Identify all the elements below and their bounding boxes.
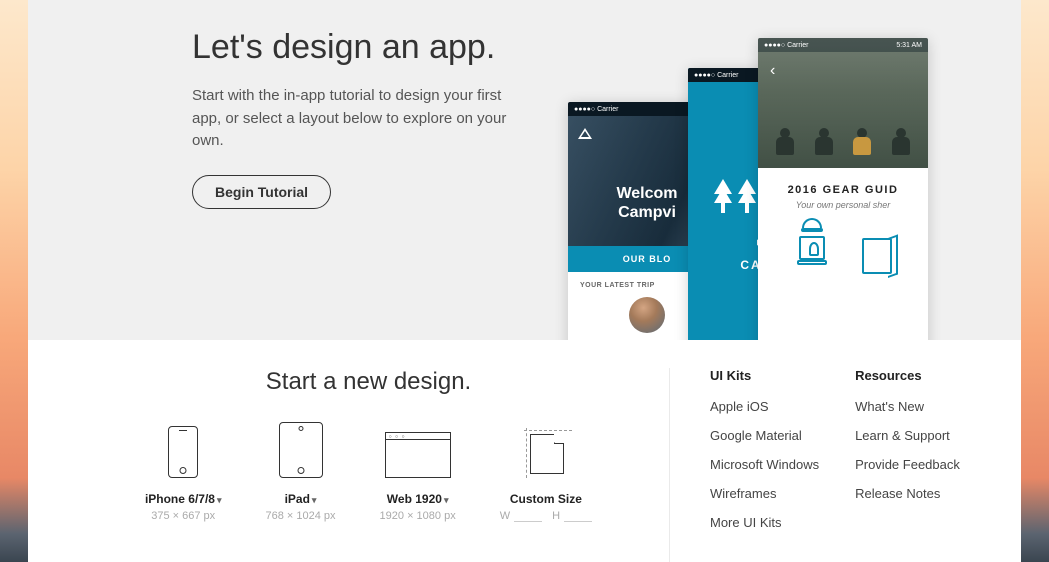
resources-heading: Resources bbox=[855, 368, 960, 383]
ipad-icon bbox=[279, 422, 323, 478]
begin-tutorial-button[interactable]: Begin Tutorial bbox=[192, 175, 331, 209]
status-time: 5:31 AM bbox=[896, 42, 922, 49]
preset-dimensions: 768 × 1024 px bbox=[266, 510, 336, 522]
link-learn-support[interactable]: Learn & Support bbox=[855, 428, 960, 443]
height-label: H bbox=[552, 510, 560, 522]
preset-custom[interactable]: Custom Size W H bbox=[500, 422, 592, 522]
link-provide-feedback[interactable]: Provide Feedback bbox=[855, 457, 960, 472]
triangle-logo-icon bbox=[578, 128, 592, 139]
start-panel: Start a new design. iPhone 6/7/8▾ 375 × … bbox=[28, 340, 1021, 562]
tree-icon bbox=[714, 179, 732, 194]
custom-page-icon bbox=[524, 428, 568, 478]
iphone-icon bbox=[168, 426, 198, 478]
preset-label: Web 1920 bbox=[387, 492, 442, 506]
link-more-uikits[interactable]: More UI Kits bbox=[710, 515, 819, 530]
chevron-down-icon: ▾ bbox=[217, 495, 222, 505]
link-google-material[interactable]: Google Material bbox=[710, 428, 819, 443]
person-icon bbox=[851, 128, 873, 156]
mockup-gear-sub: Your own personal sher bbox=[768, 200, 918, 210]
mockup-phone-3: ●●●●○ Carrier 5:31 AM ‹ 2016 GEAR GUID Y… bbox=[758, 38, 928, 340]
person-icon bbox=[890, 128, 912, 156]
custom-width-input[interactable] bbox=[514, 511, 542, 522]
status-carrier: ●●●●○ Carrier bbox=[574, 106, 618, 113]
links-section: UI Kits Apple iOS Google Material Micros… bbox=[669, 368, 981, 562]
chevron-down-icon: ▾ bbox=[312, 495, 317, 505]
tree-icon bbox=[738, 179, 756, 194]
lantern-icon bbox=[795, 232, 829, 276]
preset-label: iPad bbox=[285, 492, 310, 506]
welcome-panel: Let's design an app. Start with the in-a… bbox=[28, 0, 1021, 340]
start-title: Start a new design. bbox=[68, 368, 669, 396]
link-microsoft-windows[interactable]: Microsoft Windows bbox=[710, 457, 819, 472]
preset-iphone[interactable]: iPhone 6/7/8▾ 375 × 667 px bbox=[145, 422, 222, 522]
uikits-heading: UI Kits bbox=[710, 368, 819, 383]
preset-label: Custom Size bbox=[510, 492, 582, 506]
preset-web[interactable]: ○ ○ ○ Web 1920▾ 1920 × 1080 px bbox=[380, 422, 456, 522]
preset-label: iPhone 6/7/8 bbox=[145, 492, 215, 506]
custom-height-input[interactable] bbox=[564, 511, 592, 522]
back-chevron-icon: ‹ bbox=[770, 62, 775, 80]
link-apple-ios[interactable]: Apple iOS bbox=[710, 399, 819, 414]
status-carrier: ●●●●○ Carrier bbox=[694, 72, 738, 79]
mockup-gear-title: 2016 GEAR GUID bbox=[768, 184, 918, 196]
box-icon bbox=[862, 238, 892, 274]
preset-dimensions: 375 × 667 px bbox=[145, 510, 222, 522]
mockup-preview: ●●●●○ Carrier 9:41 AM Welcom Campvi OUR … bbox=[568, 38, 968, 340]
link-release-notes[interactable]: Release Notes bbox=[855, 486, 960, 501]
person-icon bbox=[774, 128, 796, 156]
avatar-icon bbox=[629, 297, 665, 333]
width-label: W bbox=[500, 510, 510, 522]
chevron-down-icon: ▾ bbox=[444, 495, 449, 505]
preset-dimensions: 1920 × 1080 px bbox=[380, 510, 456, 522]
browser-icon: ○ ○ ○ bbox=[385, 432, 451, 478]
preset-ipad[interactable]: iPad▾ 768 × 1024 px bbox=[266, 422, 336, 522]
link-wireframes[interactable]: Wireframes bbox=[710, 486, 819, 501]
link-whats-new[interactable]: What's New bbox=[855, 399, 960, 414]
page-description: Start with the in-app tutorial to design… bbox=[192, 85, 522, 153]
status-carrier: ●●●●○ Carrier bbox=[764, 42, 808, 49]
person-icon bbox=[813, 128, 835, 156]
